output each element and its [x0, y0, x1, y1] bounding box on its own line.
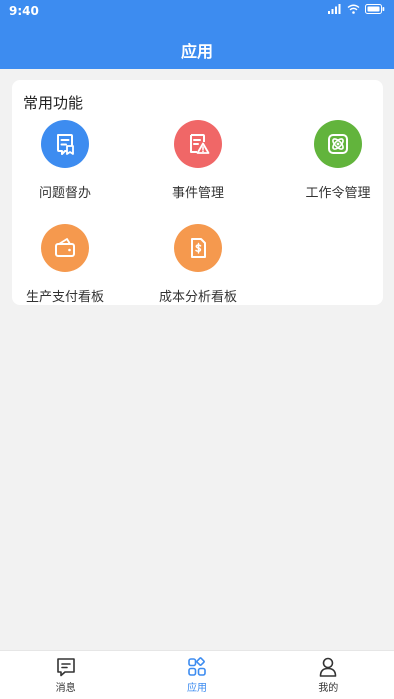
app-issue-supervision[interactable]: 问题督办 — [10, 120, 120, 201]
header: 9:40 应用 — [0, 0, 394, 69]
dollar-document-icon — [174, 224, 222, 272]
message-icon — [56, 658, 75, 677]
app-work-order-management[interactable]: 工作令管理 — [283, 120, 393, 201]
bottom-nav: 消息 应用 我的 — [0, 650, 394, 699]
app-label: 生产支付看板 — [25, 290, 104, 305]
status-icons — [328, 4, 385, 14]
user-icon — [320, 657, 337, 677]
page-title: 应用 — [180, 42, 213, 61]
app-label: 事件管理 — [171, 186, 224, 201]
battery-icon — [365, 4, 385, 14]
wifi-icon — [347, 4, 360, 14]
card-title: 常用功能 — [23, 94, 84, 112]
app-event-management[interactable]: 事件管理 — [143, 120, 253, 201]
app-cost-analysis-board[interactable]: 成本分析看板 — [143, 224, 253, 305]
app-label: 问题督办 — [38, 186, 91, 201]
nav-label: 我的 — [318, 683, 339, 694]
common-functions-card: 常用功能 问题督办 事件管理 工作令管理 生产支付看板 成本分析看板 — [12, 80, 383, 305]
nav-item-messages[interactable]: 消息 — [0, 651, 131, 699]
wallet-icon — [41, 224, 89, 272]
nav-item-profile[interactable]: 我的 — [263, 651, 394, 699]
app-label: 成本分析看板 — [158, 290, 237, 305]
app-production-payment-board[interactable]: 生产支付看板 — [10, 224, 120, 305]
apps-icon — [188, 657, 206, 676]
nav-label: 应用 — [186, 683, 207, 694]
app-label: 工作令管理 — [305, 186, 371, 201]
signal-icon — [328, 4, 341, 14]
warning-document-icon — [174, 120, 222, 168]
nav-item-apps[interactable]: 应用 — [131, 651, 262, 699]
atom-icon — [314, 120, 362, 168]
status-time: 9:40 — [9, 4, 39, 18]
document-icon — [41, 120, 89, 168]
app-screen: 9:40 应用 常用功能 问题督办 事件管理 工作令管理 生产支付看板 成本分析… — [0, 0, 394, 699]
nav-label: 消息 — [55, 683, 76, 694]
